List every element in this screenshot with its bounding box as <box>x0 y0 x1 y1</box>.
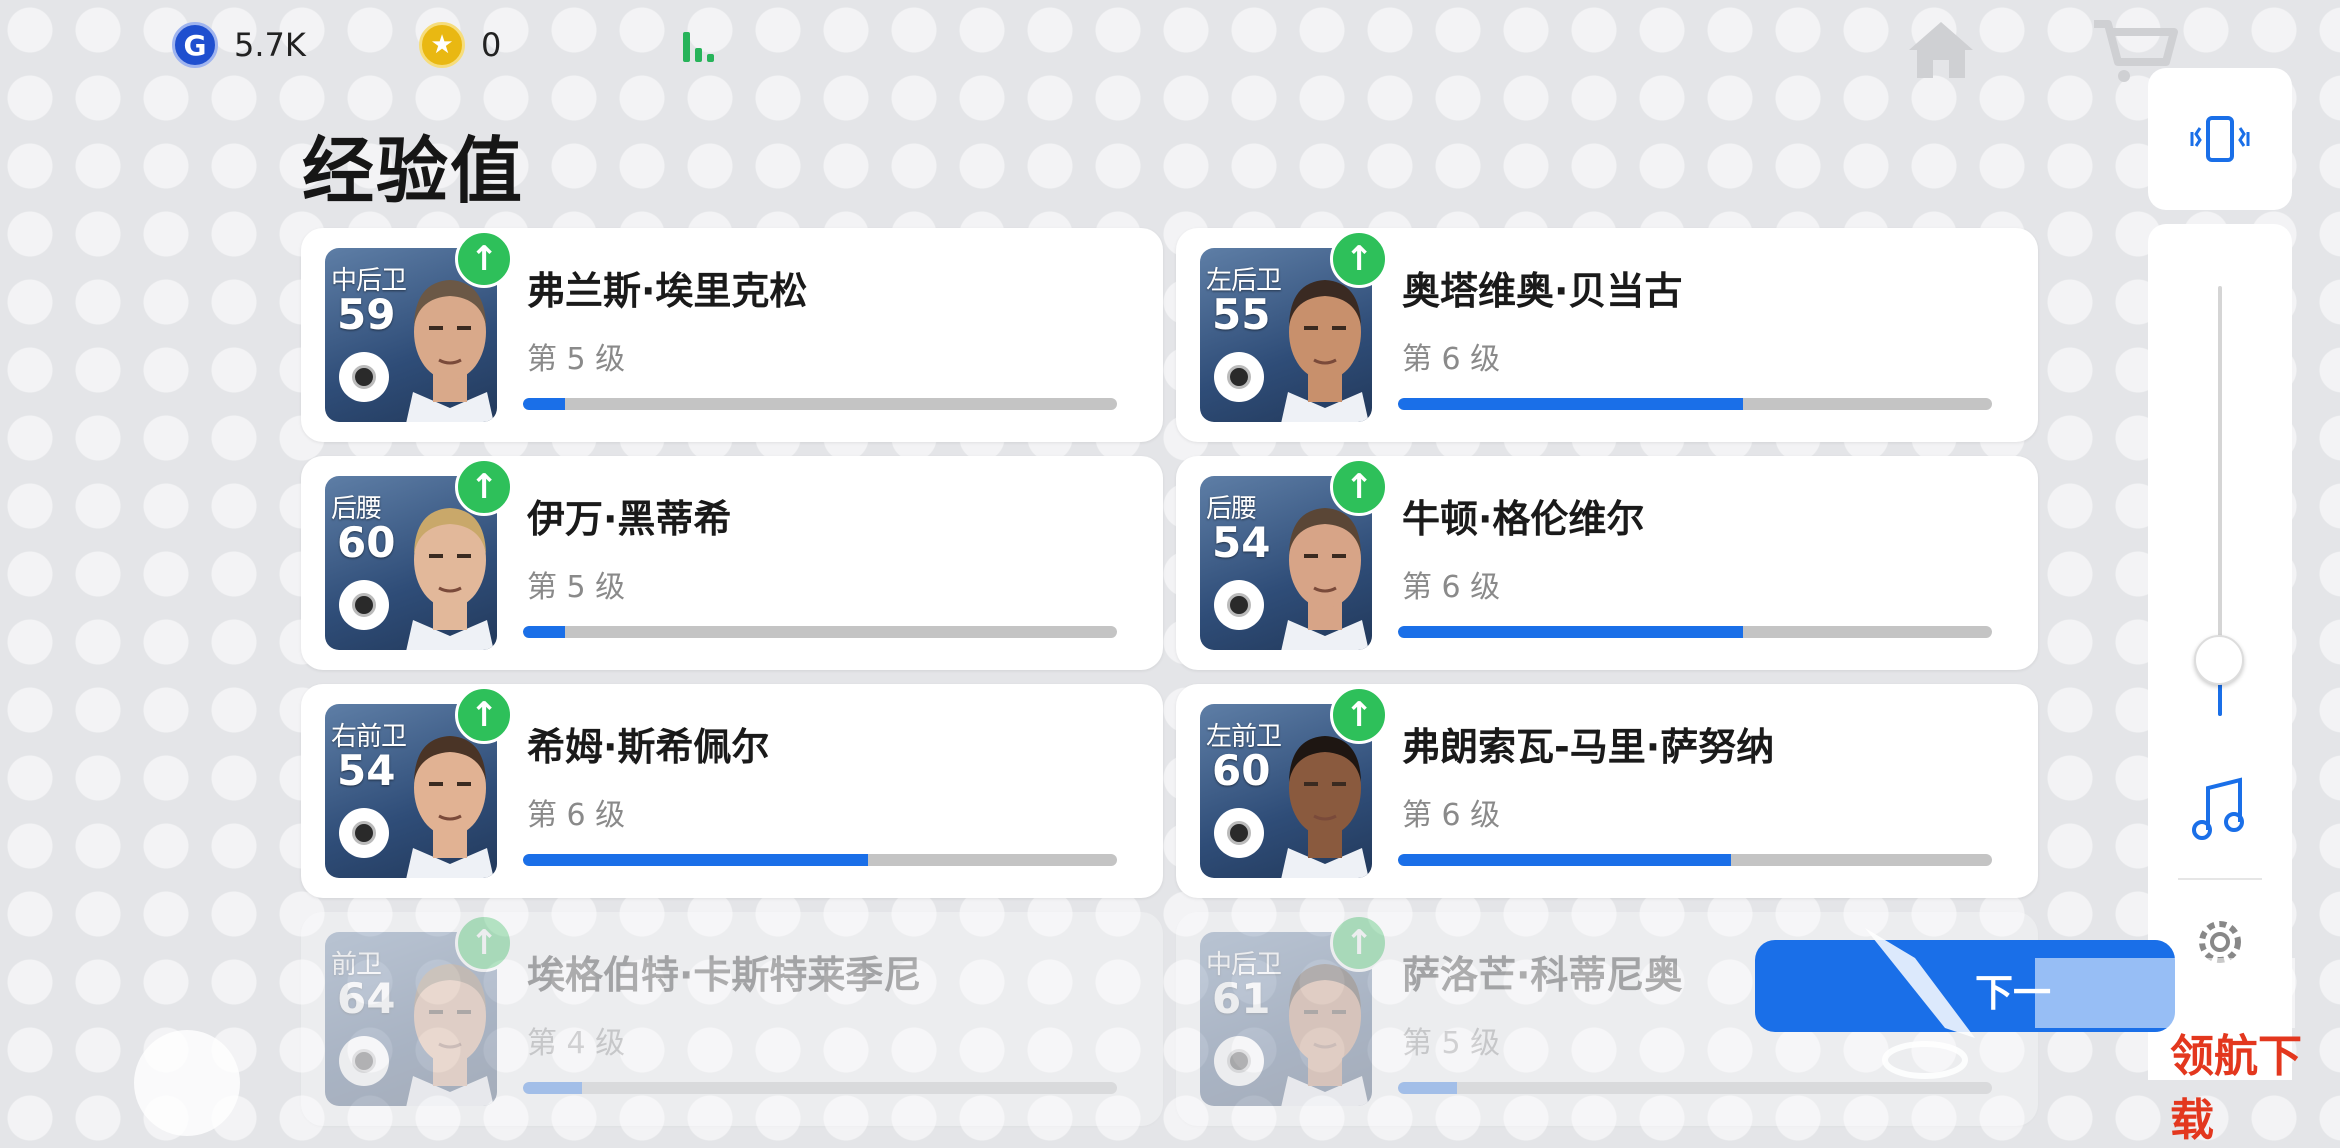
exp-progress-bar <box>523 398 1117 410</box>
club-badge-icon <box>1214 580 1264 630</box>
puzzle-icon[interactable] <box>134 1030 240 1136</box>
player-card[interactable]: 后腰 60 ↑ 伊万·黑蒂希 第 5 级 <box>301 456 1163 670</box>
player-face <box>1281 736 1369 878</box>
club-badge-icon <box>339 580 389 630</box>
exp-progress-bar <box>1398 626 1992 638</box>
level-up-icon: ↑ <box>1330 230 1388 288</box>
exp-progress-bar <box>523 1082 1117 1094</box>
club-badge-icon <box>339 352 389 402</box>
player-face <box>1281 280 1369 422</box>
exp-progress-bar <box>1398 1082 1992 1094</box>
exp-progress-bar <box>523 626 1117 638</box>
player-level: 第 5 级 <box>527 570 626 605</box>
player-face <box>406 508 494 650</box>
player-name: 伊万·黑蒂希 <box>527 497 732 541</box>
page-title: 经验值 <box>302 129 525 213</box>
level-up-icon: ↑ <box>455 458 513 516</box>
gp-icon: G <box>172 22 218 68</box>
club-badge-icon <box>339 808 389 858</box>
player-rating: 55 <box>1212 290 1271 339</box>
player-name: 萨洛芒·科蒂尼奥 <box>1402 953 1683 997</box>
player-name: 牛顿·格伦维尔 <box>1402 497 1645 541</box>
exp-progress-fill <box>1398 398 1743 410</box>
player-face <box>1281 964 1369 1106</box>
vibrate-icon <box>2190 116 2250 162</box>
watermark-text: 领航下载 <box>2170 1031 2302 1146</box>
player-rating: 54 <box>337 746 396 795</box>
player-face <box>406 964 494 1106</box>
panel-divider <box>2178 878 2262 880</box>
coin-icon: ★ <box>419 22 465 68</box>
top-bar: G 5.7K ★ 0 <box>0 0 2340 90</box>
exp-progress-fill <box>1398 854 1731 866</box>
exp-progress-fill <box>523 626 565 638</box>
exp-progress-fill <box>1398 1082 1458 1094</box>
music-icon[interactable] <box>2190 774 2250 844</box>
club-badge-icon <box>339 1036 389 1086</box>
player-face <box>406 280 494 422</box>
volume-slider-knob[interactable] <box>2194 635 2244 685</box>
player-name: 希姆·斯希佩尔 <box>527 725 770 769</box>
gear-icon[interactable] <box>2192 914 2248 970</box>
player-level: 第 6 级 <box>1402 342 1501 377</box>
player-level: 第 6 级 <box>1402 570 1501 605</box>
player-rating: 59 <box>337 290 396 339</box>
player-card[interactable]: 右前卫 54 ↑ 希姆·斯希佩尔 第 6 级 <box>301 684 1163 898</box>
player-card[interactable]: 左前卫 60 ↑ 弗朗索瓦-马里·萨努纳 第 6 级 <box>1176 684 2038 898</box>
exp-progress-bar <box>1398 854 1992 866</box>
player-card[interactable]: 后腰 54 ↑ 牛顿·格伦维尔 第 6 级 <box>1176 456 2038 670</box>
level-up-icon: ↑ <box>1330 914 1388 972</box>
club-badge-icon <box>1214 808 1264 858</box>
exp-progress-bar <box>1398 398 1992 410</box>
player-rating: 60 <box>1212 746 1271 795</box>
player-level: 第 5 级 <box>527 342 626 377</box>
player-rating: 54 <box>1212 518 1271 567</box>
player-level: 第 6 级 <box>527 798 626 833</box>
player-face <box>1281 508 1369 650</box>
player-card[interactable]: 前卫 64 ↑ 埃格伯特·卡斯特莱季尼 第 4 级 <box>301 912 1163 1126</box>
gp-currency: G 5.7K <box>172 22 306 68</box>
level-up-icon: ↑ <box>455 686 513 744</box>
vibrate-button[interactable] <box>2148 68 2292 210</box>
level-up-icon: ↑ <box>455 914 513 972</box>
coin-currency: ★ 0 <box>419 22 501 68</box>
exp-progress-fill <box>523 854 868 866</box>
player-rating: 64 <box>337 974 396 1023</box>
player-name: 弗兰斯·埃里克松 <box>527 269 808 313</box>
signal-icon <box>683 28 721 62</box>
player-card[interactable]: 左后卫 55 ↑ 奥塔维奥·贝当古 第 6 级 <box>1176 228 2038 442</box>
coin-value: 0 <box>481 26 502 64</box>
exp-progress-bar <box>523 854 1117 866</box>
player-level: 第 4 级 <box>527 1026 626 1061</box>
club-badge-icon <box>1214 1036 1264 1086</box>
player-card[interactable]: 中后卫 59 ↑ 弗兰斯·埃里克松 第 5 级 <box>301 228 1163 442</box>
exp-progress-fill <box>1398 626 1743 638</box>
player-name: 奥塔维奥·贝当古 <box>1402 269 1683 313</box>
player-face <box>406 736 494 878</box>
home-icon[interactable] <box>1905 18 1977 82</box>
exp-progress-fill <box>523 1082 583 1094</box>
player-rating: 60 <box>337 518 396 567</box>
player-name: 弗朗索瓦-马里·萨努纳 <box>1402 725 1775 769</box>
gp-value: 5.7K <box>234 26 306 64</box>
player-level: 第 6 级 <box>1402 798 1501 833</box>
level-up-icon: ↑ <box>1330 686 1388 744</box>
club-badge-icon <box>1214 352 1264 402</box>
player-rating: 61 <box>1212 974 1271 1023</box>
next-button[interactable]: 下一 <box>1755 940 2175 1032</box>
player-name: 埃格伯特·卡斯特莱季尼 <box>527 953 922 997</box>
next-button-label: 下一 <box>1975 971 2052 1015</box>
player-level: 第 5 级 <box>1402 1026 1501 1061</box>
level-up-icon: ↑ <box>1330 458 1388 516</box>
level-up-icon: ↑ <box>455 230 513 288</box>
exp-progress-fill <box>523 398 565 410</box>
